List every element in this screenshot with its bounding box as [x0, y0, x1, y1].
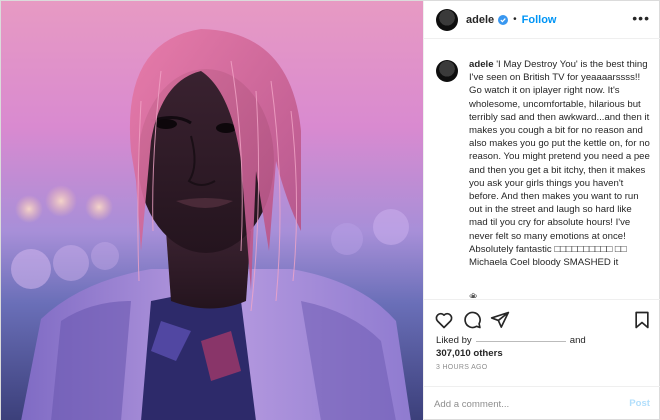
verified-badge-icon [498, 14, 509, 25]
redacted-username [475, 336, 566, 342]
avatar[interactable] [436, 8, 458, 31]
likes-prefix: Liked by [436, 335, 472, 346]
header-username[interactable]: adele [466, 14, 494, 26]
caption-area: adele 'I May Destroy You' is the best th… [424, 40, 660, 298]
follow-button[interactable]: Follow [522, 14, 557, 26]
likes-summary: Liked by and 307,010 others [436, 334, 656, 360]
post-timestamp[interactable]: 3 HOURS AGO [436, 364, 488, 371]
more-options-icon[interactable]: ••• [632, 11, 650, 25]
likes-conjunction: and [569, 335, 586, 346]
portrait-illustration [11, 29, 411, 420]
caption-text: 'I May Destroy You' is the best thing I'… [469, 59, 650, 269]
share-icon[interactable] [490, 310, 510, 330]
caption-avatar[interactable] [436, 60, 458, 82]
instagram-post: adele • Follow ••• adele 'I May Destroy … [0, 0, 660, 420]
post-comment-button[interactable]: Post [629, 398, 650, 409]
caption-username[interactable]: adele [469, 59, 494, 70]
action-bar [424, 299, 660, 337]
bookmark-icon[interactable] [632, 310, 652, 330]
post-side-panel: adele • Follow ••• adele 'I May Destroy … [423, 1, 660, 420]
heart-icon[interactable] [434, 310, 454, 330]
header-separator: • [513, 14, 517, 25]
caption-emoji-icon: ❀ [469, 292, 478, 298]
likes-count[interactable]: 307,010 others [436, 348, 503, 359]
post-header: adele • Follow ••• [424, 1, 660, 39]
post-photo[interactable] [1, 1, 423, 420]
caption: adele 'I May Destroy You' is the best th… [469, 58, 651, 269]
comment-input[interactable] [434, 395, 614, 413]
comment-icon[interactable] [462, 310, 482, 330]
comment-bar: Post [424, 386, 660, 420]
